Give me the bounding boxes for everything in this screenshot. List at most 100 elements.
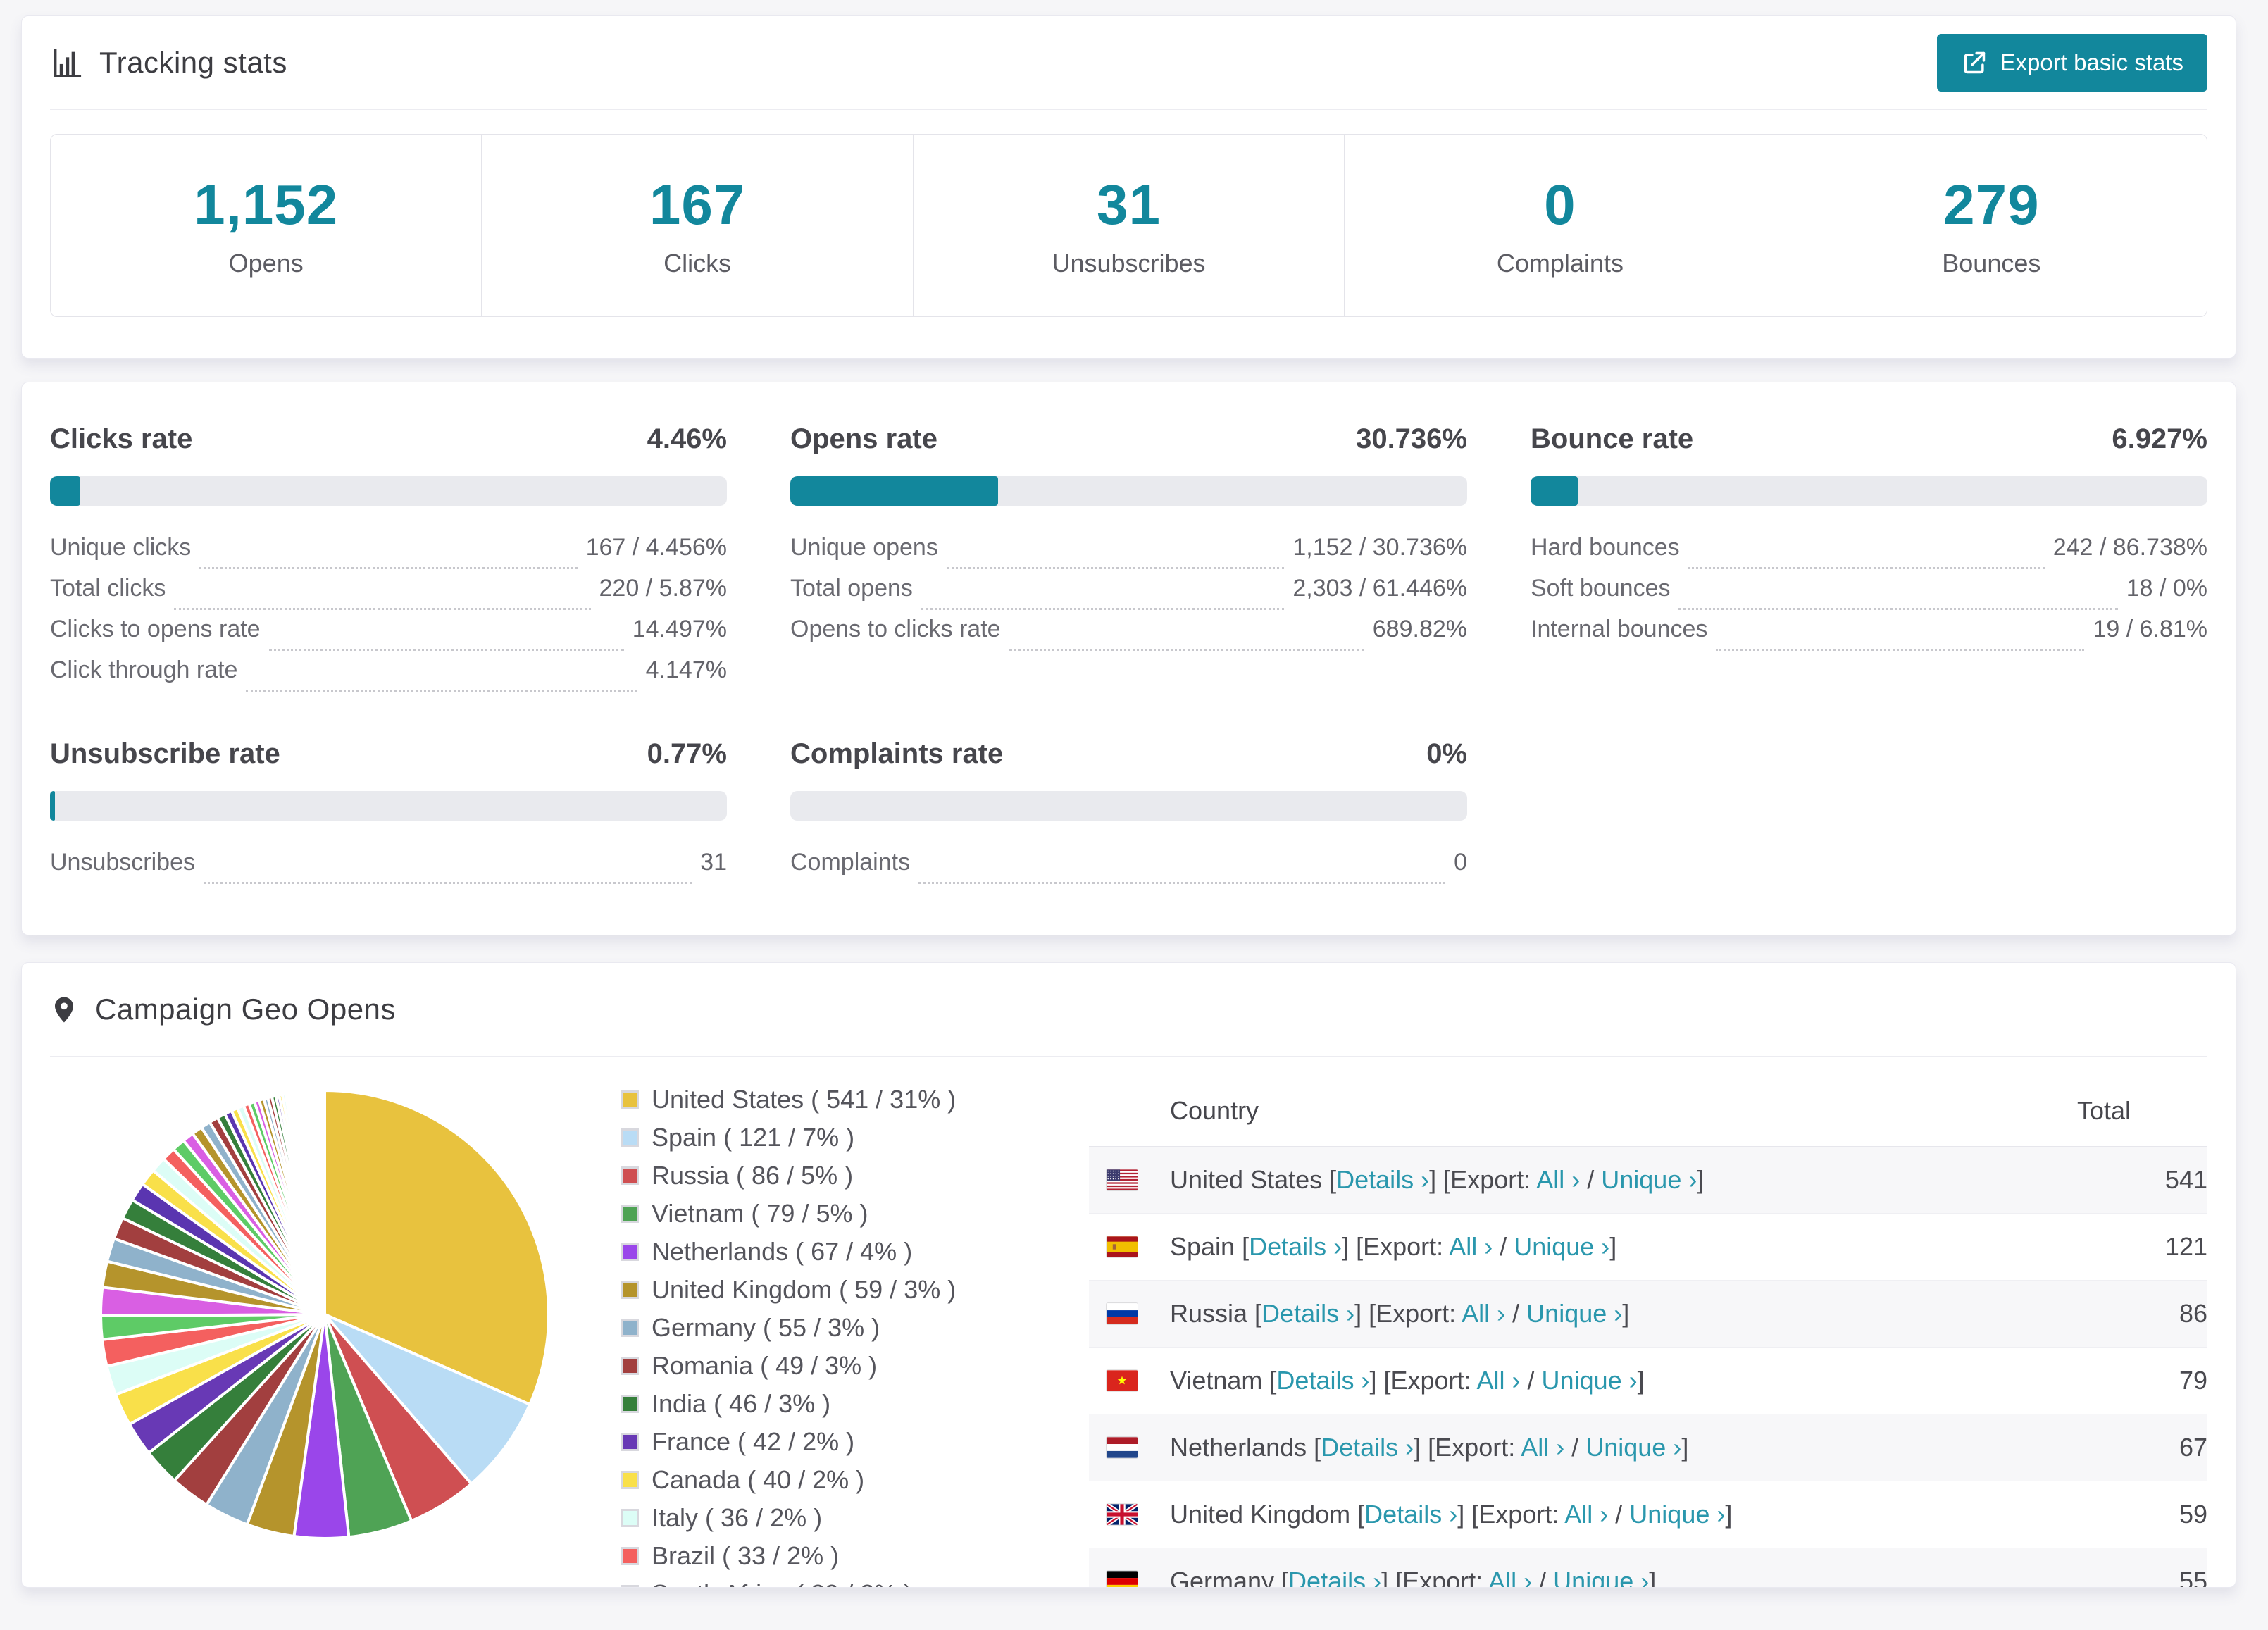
rate-title: Complaints rate — [790, 738, 1004, 769]
rate-row-opens-to-clicks-rate: Opens to clicks rate 689.82% — [790, 616, 1467, 657]
details-link[interactable]: Details › — [1321, 1433, 1414, 1462]
export-unique-link[interactable]: Unique › — [1542, 1366, 1638, 1395]
export-all-link[interactable]: All › — [1449, 1232, 1493, 1261]
dotted-leader — [199, 567, 578, 569]
rate-row-label: Total opens — [790, 575, 913, 602]
rate-row-value: 242 / 86.738% — [2052, 534, 2207, 561]
legend-swatch — [621, 1357, 639, 1375]
rate-row-total-clicks: Total clicks 220 / 5.87% — [50, 575, 727, 616]
total-cell: 67 — [2179, 1433, 2207, 1462]
details-link[interactable]: Details › — [1249, 1232, 1342, 1261]
header-divider — [50, 109, 2207, 110]
country-links: Germany [Details ›] [Export: All › / Uni… — [1170, 1567, 1656, 1587]
flag-us-icon — [1107, 1169, 1138, 1190]
legend-swatch — [621, 1585, 639, 1587]
export-all-link[interactable]: All › — [1462, 1299, 1505, 1328]
export-unique-link[interactable]: Unique › — [1514, 1232, 1609, 1261]
geo-legend: United States ( 541 / 31% ) Spain ( 121 /… — [621, 1085, 1004, 1587]
country-cell: Germany [Details ›] [Export: All › / Uni… — [1107, 1567, 2179, 1587]
details-link[interactable]: Details › — [1261, 1299, 1354, 1328]
export-unique-link[interactable]: Unique › — [1585, 1433, 1681, 1462]
export-all-link[interactable]: All › — [1536, 1165, 1580, 1194]
legend-item: Vietnam ( 79 / 5% ) — [621, 1199, 1004, 1228]
country-links: United States [Details ›] [Export: All ›… — [1170, 1165, 1705, 1194]
export-all-link[interactable]: All › — [1521, 1433, 1564, 1462]
legend-swatch — [621, 1090, 639, 1109]
legend-swatch — [621, 1471, 639, 1489]
dotted-leader — [1688, 567, 2045, 569]
stat-box-clicks: 167 Clicks — [482, 135, 914, 316]
legend-item: Italy ( 36 / 2% ) — [621, 1503, 1004, 1533]
legend-item: Germany ( 55 / 3% ) — [621, 1313, 1004, 1343]
tracking-stats-title: Tracking stats — [99, 46, 287, 79]
progress-bar-fill — [790, 476, 999, 506]
rate-block-header: Clicks rate 4.46% — [50, 423, 727, 455]
export-all-link[interactable]: All › — [1477, 1366, 1521, 1395]
export-unique-link[interactable]: Unique › — [1601, 1165, 1697, 1194]
legend-item: United States ( 541 / 31% ) — [621, 1085, 1004, 1114]
rate-row-value: 4.147% — [645, 657, 727, 683]
details-link[interactable]: Details › — [1364, 1500, 1457, 1529]
country-cell: Spain [Details ›] [Export: All › / Uniqu… — [1107, 1232, 2165, 1262]
legend-label: United States ( 541 / 31% ) — [652, 1085, 957, 1114]
legend-label: Vietnam ( 79 / 5% ) — [652, 1199, 868, 1228]
progress-bar — [1531, 476, 2207, 506]
rate-title: Clicks rate — [50, 423, 193, 454]
legend-label: France ( 42 / 2% ) — [652, 1427, 855, 1456]
export-all-link[interactable]: All › — [1488, 1567, 1532, 1587]
legend-label: Canada ( 40 / 2% ) — [652, 1465, 865, 1494]
rate-block-header: Bounce rate 6.927% — [1531, 423, 2207, 455]
progress-bar — [50, 791, 727, 821]
rate-row-value: 31 — [700, 849, 727, 876]
rate-title: Bounce rate — [1531, 423, 1694, 454]
legend-label: Brazil ( 33 / 2% ) — [652, 1541, 840, 1570]
rate-rows: Complaints 0 — [790, 849, 1467, 890]
stat-label: Complaints — [1496, 249, 1624, 278]
details-link[interactable]: Details › — [1276, 1366, 1369, 1395]
rate-row-label: Click through rate — [50, 657, 238, 683]
geo-content: United States ( 541 / 31% ) Spain ( 121 /… — [22, 1057, 2236, 1588]
legend-item: Netherlands ( 67 / 4% ) — [621, 1237, 1004, 1267]
export-unique-link[interactable]: Unique › — [1553, 1567, 1649, 1587]
geo-table: Country Total United States [Details ›] … — [1089, 1075, 2207, 1588]
stat-box-unsubscribes: 31 Unsubscribes — [914, 135, 1345, 316]
stat-label: Opens — [228, 249, 304, 278]
rate-row-total-opens: Total opens 2,303 / 61.446% — [790, 575, 1467, 616]
total-cell: 55 — [2179, 1567, 2207, 1588]
rate-rows: Unique clicks 167 / 4.456% Total clicks 220… — [50, 534, 727, 697]
export-all-link[interactable]: All › — [1564, 1500, 1608, 1529]
legend-label: United Kingdom ( 59 / 3% ) — [652, 1275, 957, 1304]
pie-slice — [322, 1088, 326, 1315]
table-row-germany: Germany [Details ›] [Export: All › / Uni… — [1089, 1548, 2207, 1588]
tracking-stats-card: Tracking stats Export basic stats 1,152 O… — [21, 15, 2236, 359]
rate-block-unsubscribe-rate: Unsubscribe rate 0.77% Unsubscribes 31 — [50, 738, 727, 890]
rate-row-complaints: Complaints 0 — [790, 849, 1467, 890]
rate-value: 6.927% — [2112, 423, 2207, 454]
legend-label: South Africa ( 29 / 2% ) — [652, 1579, 912, 1587]
table-row-united-states: United States [Details ›] [Export: All ›… — [1089, 1147, 2207, 1214]
stat-value: 31 — [1097, 173, 1161, 236]
rate-block-opens-rate: Opens rate 30.736% Unique opens 1,152 / 30.… — [790, 423, 1467, 697]
country-links: Russia [Details ›] [Export: All › / Uniq… — [1170, 1299, 1630, 1328]
country-links: Spain [Details ›] [Export: All › / Uniqu… — [1170, 1232, 1617, 1261]
progress-bar-fill — [1531, 476, 1578, 506]
details-link[interactable]: Details › — [1288, 1567, 1381, 1587]
legend-item: Russia ( 86 / 5% ) — [621, 1161, 1004, 1190]
total-cell: 79 — [2179, 1366, 2207, 1395]
legend-swatch — [621, 1395, 639, 1413]
column-header-total: Total — [2077, 1095, 2131, 1125]
details-link[interactable]: Details › — [1336, 1165, 1429, 1194]
rate-block-header: Complaints rate 0% — [790, 738, 1467, 770]
geo-table-header-row: Country Total — [1089, 1075, 2207, 1147]
rate-block-complaints-rate: Complaints rate 0% Complaints 0 — [790, 738, 1467, 890]
rate-row-value: 1,152 / 30.736% — [1292, 534, 1467, 561]
dotted-leader — [1716, 649, 2085, 651]
country-links: Vietnam [Details ›] [Export: All › / Uni… — [1170, 1366, 1645, 1395]
export-unique-link[interactable]: Unique › — [1629, 1500, 1725, 1529]
export-unique-link[interactable]: Unique › — [1526, 1299, 1622, 1328]
stat-value: 1,152 — [194, 173, 339, 236]
export-basic-stats-button[interactable]: Export basic stats — [1936, 34, 2207, 92]
rate-row-value: 2,303 / 61.446% — [1292, 575, 1467, 602]
geo-table-body: United States [Details ›] [Export: All ›… — [1089, 1147, 2207, 1588]
rate-block-header: Opens rate 30.736% — [790, 423, 1467, 455]
